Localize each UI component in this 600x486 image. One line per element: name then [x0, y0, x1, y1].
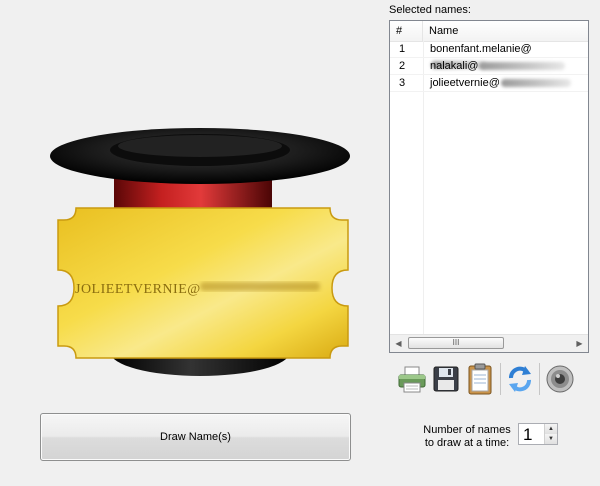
row-number: 2 — [399, 60, 406, 72]
printer-icon[interactable] — [396, 361, 428, 397]
row-name: jolieetvernie@ — [430, 75, 571, 91]
list-item[interactable]: 3 jolieetvernie@ — [390, 75, 588, 92]
floppy-disk-save-icon[interactable] — [430, 361, 462, 397]
speaker-sound-icon[interactable] — [544, 361, 576, 397]
row-name: nalakali@ — [430, 58, 566, 74]
names-count-stepper[interactable]: 1 ▲ ▼ — [518, 423, 558, 445]
horizontal-scrollbar[interactable]: ◀ III ▶ — [390, 334, 588, 352]
ticket-name-text: JOLIEETVERNIE@ — [75, 282, 201, 297]
refresh-icon[interactable] — [504, 361, 536, 397]
list-header: # Name — [390, 21, 588, 42]
scrollbar-thumb[interactable]: III — [408, 337, 504, 349]
column-header-name[interactable]: Name — [423, 21, 588, 41]
row-number: 3 — [399, 77, 406, 89]
list-item[interactable]: 1 bonenfant.melanie@ — [390, 41, 588, 70]
selected-names-label: Selected names: — [389, 4, 471, 16]
clipboard-icon[interactable] — [464, 361, 496, 397]
selected-names-list[interactable]: # Name 1 bonenfant.melanie@ 2 nalakali@ … — [389, 20, 589, 353]
names-count-label: Number of names to draw at a time: — [423, 424, 511, 449]
toolbar-separator — [539, 363, 540, 395]
scroll-left-arrow-icon[interactable]: ◀ — [390, 335, 407, 352]
toolbar-separator — [500, 363, 501, 395]
hat-ticket-illustration: JOLIEETVERNIE@ — [50, 128, 350, 376]
decrement-arrow-icon[interactable]: ▼ — [544, 434, 557, 444]
row-number: 1 — [399, 43, 406, 55]
scroll-right-arrow-icon[interactable]: ▶ — [571, 335, 588, 352]
list-rows: 1 bonenfant.melanie@ 2 nalakali@ 3 jolie… — [390, 41, 588, 92]
list-item[interactable]: 2 nalakali@ — [390, 58, 588, 75]
names-count-value[interactable]: 1 — [523, 425, 532, 444]
draw-names-button[interactable]: Draw Name(s) — [40, 413, 351, 461]
toolbar — [396, 361, 586, 401]
column-header-number[interactable]: # — [390, 21, 423, 41]
